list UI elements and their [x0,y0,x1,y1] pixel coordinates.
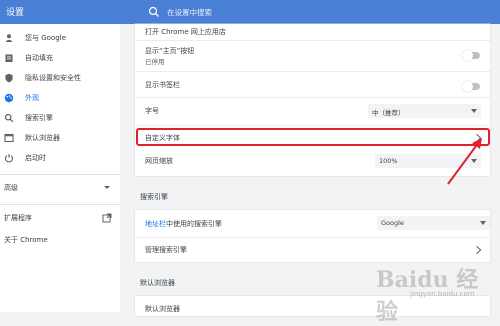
row-divider [135,237,490,238]
browser-icon [4,133,14,143]
palette-icon [4,93,14,103]
font-size-label: 字号 [145,107,159,115]
default-browser-section-title: 默认浏览器 [140,279,175,287]
open-in-new-icon [102,213,112,223]
sidebar-about-label: 关于 Chrome [4,236,48,244]
show-home-button-status: 已停用 [145,58,165,66]
show-bookmarks-label: 显示书签栏 [145,81,180,89]
address-bar-link[interactable]: 地址栏 [145,220,166,228]
font-size-value: 中（推荐） [372,109,405,117]
appearance-card: 打开 Chrome 网上应用店 显示“主页”按钮 已停用 显示书签栏 字号 中（… [135,24,490,176]
search-engine-section-title: 搜索引擎 [140,193,168,201]
sidebar-item-label: 搜索引擎 [25,114,53,122]
show-home-button-row[interactable]: 显示“主页”按钮 已停用 [135,41,490,71]
person-icon [4,33,14,43]
open-chrome-apps-label: 打开 Chrome 网上应用店 [145,28,226,36]
shield-icon [4,73,14,83]
show-home-button-label: 显示“主页”按钮 [145,47,195,55]
caret-down-icon [104,186,110,189]
sidebar-item-default-browser[interactable]: 默认浏览器 [0,128,120,148]
clipboard-icon [4,53,14,63]
font-size-select[interactable]: 中（推荐） [368,104,481,118]
show-bookmarks-row[interactable]: 显示书签栏 [135,74,490,94]
page-zoom-label: 网页缩放 [145,157,173,165]
sidebar-item-label: 外观 [25,94,39,102]
sidebar-item-label: 启动时 [25,154,46,162]
sidebar-advanced[interactable]: 高级 [0,178,120,198]
show-home-button-toggle[interactable] [462,50,480,61]
power-icon [4,153,14,163]
search-icon [4,113,14,123]
show-bookmarks-toggle[interactable] [462,81,480,92]
search-input[interactable]: 在设置中搜索 [167,7,212,18]
manage-search-engines-row[interactable]: 管理搜索引擎 [135,239,490,259]
chevron-right-icon [472,245,482,255]
search-engine-label-text: 中使用的搜索引擎 [166,220,222,228]
sidebar-item-label: 自动填充 [25,54,53,62]
baidu-watermark-url: jingyan.baidu.com [410,290,475,298]
row-divider [135,71,490,72]
search-engine-card: 地址栏中使用的搜索引擎 Google 管理搜索引擎 [135,210,490,262]
sidebar-extensions[interactable]: 扩展程序 [0,208,120,228]
search-icon [148,6,159,17]
page-zoom-row: 网页缩放 100% [135,150,490,170]
caret-down-icon [471,109,477,113]
highlight-box [136,128,490,146]
search-engine-row: 地址栏中使用的搜索引擎 Google [135,213,490,233]
sidebar-item-search-engine[interactable]: 搜索引擎 [0,108,120,128]
page-title: 设置 [6,8,25,18]
open-chrome-apps-row[interactable]: 打开 Chrome 网上应用店 [135,21,490,41]
sidebar-item-autofill[interactable]: 自动填充 [0,48,120,68]
annotation-arrow-icon [447,138,482,185]
sidebar: 您与 Google 自动填充 隐私设置和安全性 外观 搜索引擎 默认浏览器 启动… [0,24,120,312]
sidebar-divider [0,174,120,175]
sidebar-item-label: 隐私设置和安全性 [25,74,81,82]
sidebar-about-chrome[interactable]: 关于 Chrome [0,230,120,250]
search-engine-label: 地址栏中使用的搜索引擎 [145,219,222,229]
row-divider [135,97,490,98]
sidebar-item-label: 您与 Google [25,34,66,42]
sidebar-advanced-label: 高级 [4,184,18,192]
sidebar-item-on-startup[interactable]: 启动时 [0,148,120,168]
search-engine-select[interactable]: Google [377,216,490,230]
sidebar-item-appearance[interactable]: 外观 [0,88,120,108]
sidebar-divider [0,204,120,205]
caret-down-icon [480,221,486,225]
font-size-row: 字号 中（推荐） [135,100,490,120]
toggle-knob [462,50,473,61]
page-zoom-value: 100% [379,157,398,165]
sidebar-extensions-label: 扩展程序 [4,214,32,222]
sidebar-item-label: 默认浏览器 [25,134,60,142]
search-engine-value: Google [381,219,404,227]
sidebar-item-privacy[interactable]: 隐私设置和安全性 [0,68,120,88]
row-divider [135,125,490,126]
manage-search-engines-label: 管理搜索引擎 [145,246,187,254]
sidebar-item-you-and-google[interactable]: 您与 Google [0,28,120,48]
default-browser-label: 默认浏览器 [145,305,180,313]
toggle-knob [462,81,473,92]
